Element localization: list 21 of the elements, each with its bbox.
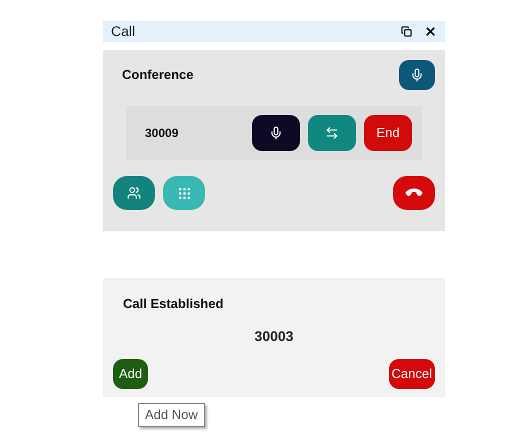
hang-up-button[interactable] xyxy=(393,176,435,210)
swap-arrows-icon xyxy=(325,126,339,140)
established-title: Call Established xyxy=(123,295,224,313)
participant-number: 30009 xyxy=(145,125,180,142)
people-icon xyxy=(127,186,141,200)
mic-button[interactable] xyxy=(399,60,435,90)
dialpad-icon xyxy=(176,186,192,200)
cancel-button[interactable]: Cancel xyxy=(388,358,435,388)
participants-button[interactable] xyxy=(113,176,155,210)
call-number: 30003 xyxy=(254,326,294,346)
close-icon[interactable] xyxy=(424,25,437,38)
conference-title: Conference xyxy=(122,66,194,84)
restore-icon[interactable] xyxy=(401,26,412,37)
microphone-icon xyxy=(410,68,424,82)
end-button[interactable]: End xyxy=(364,115,412,151)
add-button[interactable]: Add xyxy=(113,358,148,388)
transfer-button[interactable] xyxy=(308,115,356,151)
microphone-icon xyxy=(269,126,283,140)
tooltip: Add Now xyxy=(138,403,205,426)
mute-button[interactable] xyxy=(252,115,300,151)
window-title: Call xyxy=(111,22,136,41)
